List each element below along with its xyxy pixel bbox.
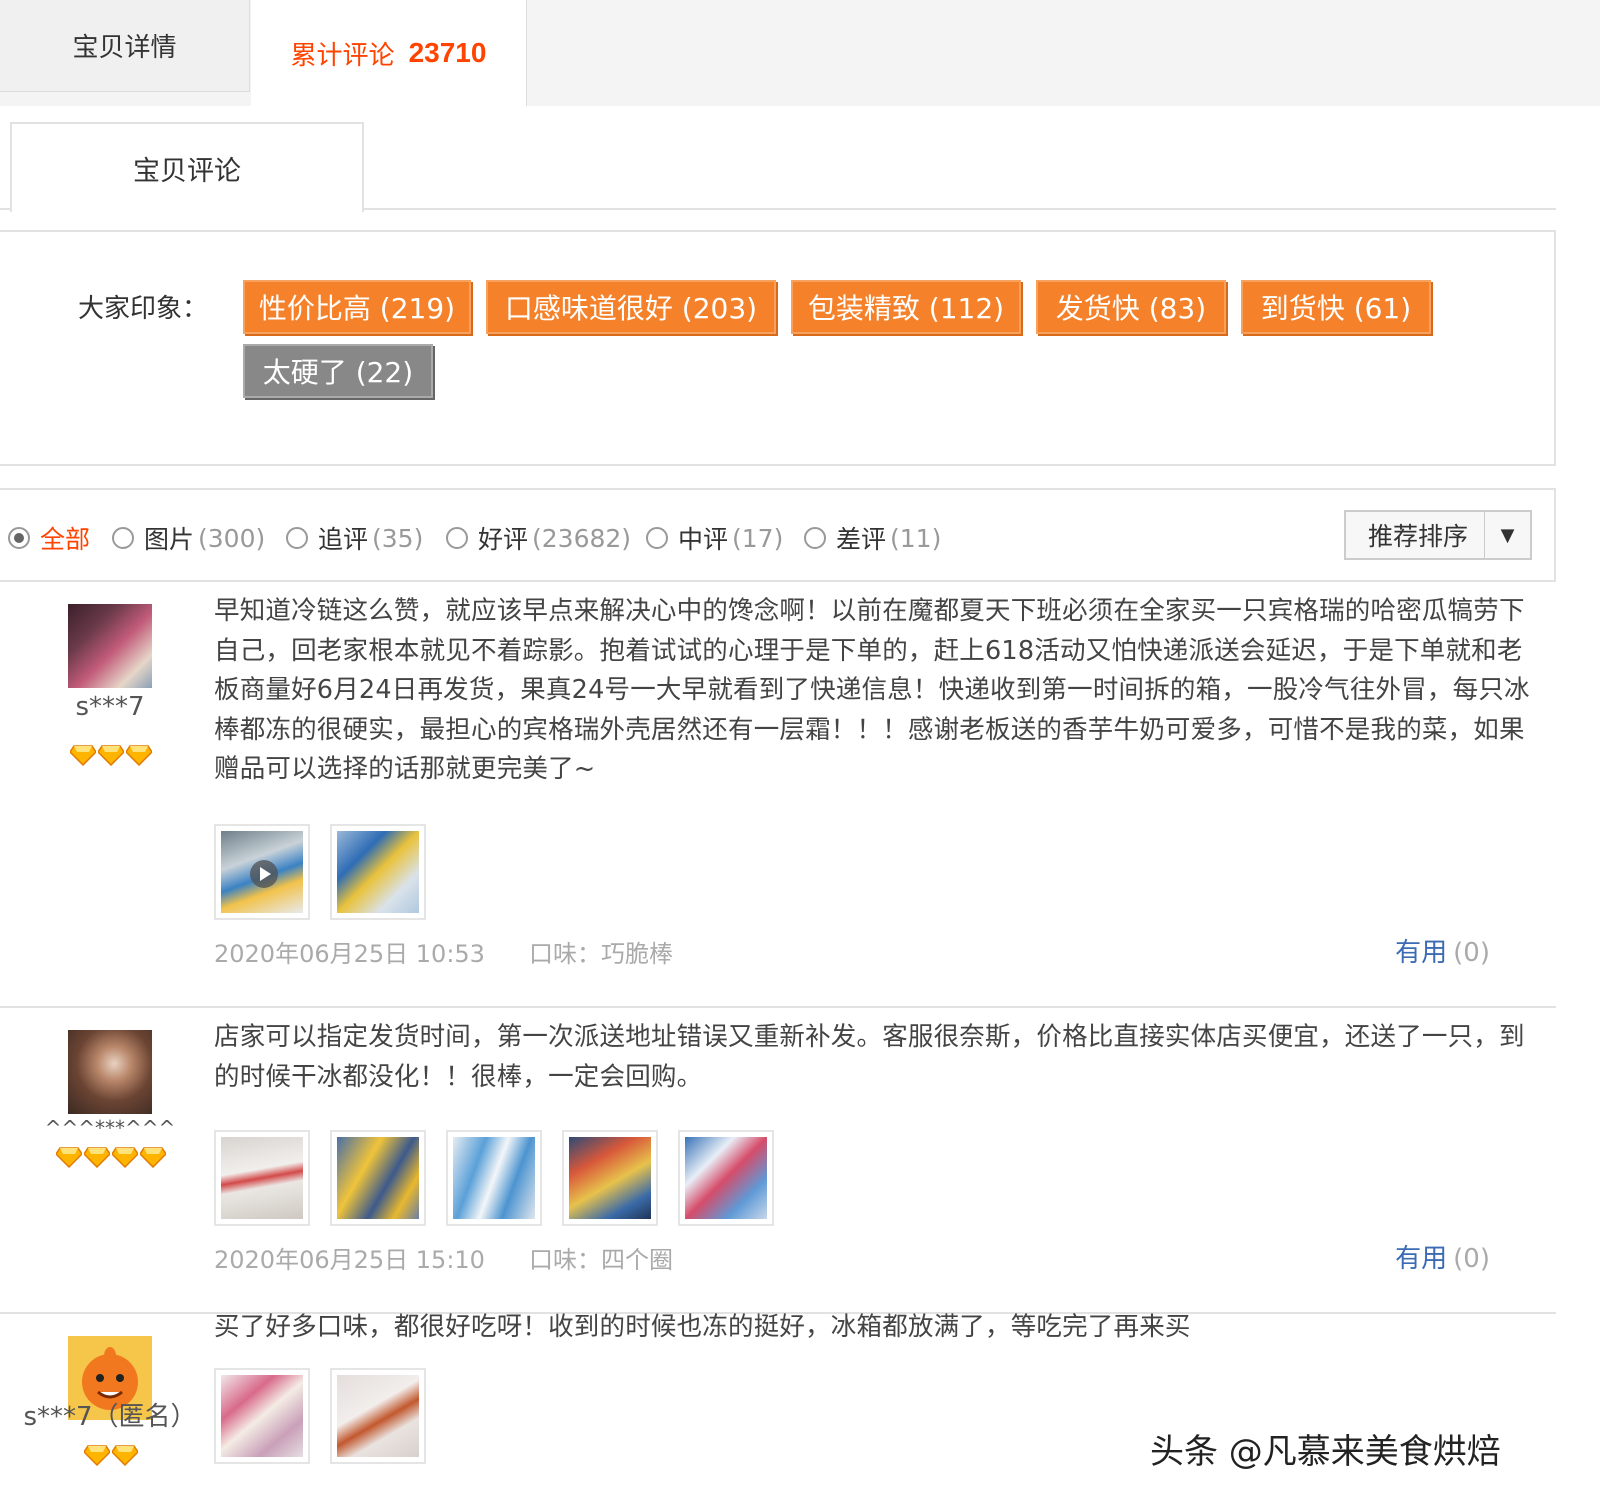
diamond-icon: [112, 1147, 138, 1168]
user-name: s***7（匿名）: [23, 1402, 197, 1432]
filter-label: 全部: [40, 525, 91, 554]
review-photo-thumbnail[interactable]: [330, 1368, 426, 1464]
user-level-gems: [70, 744, 152, 766]
filter-count: (11): [890, 523, 942, 553]
filter-followup[interactable]: 追评 (35): [286, 520, 423, 556]
tab-item-details[interactable]: 宝贝详情: [0, 0, 250, 92]
user-name: s***7: [75, 692, 145, 722]
diamond-icon: [84, 1147, 110, 1168]
diamond-icon: [98, 745, 124, 766]
sort-dropdown-label: 推荐排序: [1368, 522, 1469, 551]
filter-label: 追评: [318, 525, 369, 554]
review-flavor: 口味：巧脆棒: [528, 940, 673, 968]
filter-positive[interactable]: 好评 (23682): [446, 520, 631, 556]
filter-negative[interactable]: 差评 (11): [804, 520, 941, 556]
review-text: 买了好多口味，都很好吃呀！收到的时候也冻的挺好，冰箱都放满了，等吃完了再来买: [214, 1312, 1191, 1342]
user-avatar[interactable]: [68, 604, 152, 688]
user-level-gems: [56, 1146, 166, 1168]
diamond-icon: [84, 1445, 110, 1466]
impression-tag-text: 发货快 (83): [1055, 292, 1207, 325]
radio-icon[interactable]: [446, 527, 468, 549]
review-photos: [214, 1130, 774, 1226]
review-item: s***7 早知道冷链这么赞，就应该早点来解决心中的馋念啊！以前在魔都夏天下班必…: [0, 582, 1556, 1008]
tab-item-reviews-label: 宝贝评论: [133, 155, 241, 187]
diamond-icon: [140, 1147, 166, 1168]
review-filter-bar: 全部 图片 (300) 追评 (35) 好评 (23682) 中评 (17) 差…: [0, 488, 1556, 582]
useful-button[interactable]: 有用 (0): [1395, 932, 1490, 969]
reviews-count: 23710: [408, 37, 487, 68]
impression-tag[interactable]: 口感味道很好 (203): [486, 280, 776, 334]
review-date: 2020年06月25日 10:53: [214, 940, 485, 968]
review-meta: 2020年06月25日 15:10 口味：四个圈: [214, 1240, 673, 1275]
diamond-icon: [56, 1147, 82, 1168]
diamond-icon: [70, 745, 96, 766]
useful-label: 有用: [1395, 1244, 1448, 1274]
impression-tag-text: 包装精致 (112): [807, 292, 1005, 325]
review-date: 2020年06月25日 15:10: [214, 1246, 485, 1274]
impression-tag-negative[interactable]: 太硬了 (22): [243, 344, 433, 398]
filter-count: (23682): [532, 523, 632, 553]
review-photos: [214, 1368, 426, 1464]
impression-tag[interactable]: 包装精致 (112): [791, 280, 1021, 334]
impressions-panel: 大家印象： 性价比高 (219) 口感味道很好 (203) 包装精致 (112)…: [0, 230, 1556, 466]
filter-label: 图片: [144, 525, 195, 554]
useful-count: (0): [1453, 938, 1490, 968]
impression-tag[interactable]: 性价比高 (219): [243, 280, 471, 334]
review-video-thumbnail[interactable]: [214, 824, 310, 920]
filter-label: 中评: [678, 525, 729, 554]
impression-tag-text: 到货快 (61): [1260, 292, 1412, 325]
review-photo-thumbnail[interactable]: [678, 1130, 774, 1226]
impression-tag[interactable]: 发货快 (83): [1036, 280, 1226, 334]
play-icon[interactable]: [250, 860, 278, 888]
review-photo-thumbnail[interactable]: [214, 1368, 310, 1464]
review-text: 店家可以指定发货时间，第一次派送地址错误又重新补发。客服很奈斯，价格比直接实体店…: [214, 1022, 1525, 1092]
impressions-label: 大家印象：: [78, 294, 209, 324]
filter-all[interactable]: 全部: [8, 520, 90, 556]
filter-label: 好评: [478, 525, 529, 554]
sort-dropdown[interactable]: 推荐排序 ▼: [1344, 510, 1532, 560]
useful-count: (0): [1453, 1244, 1490, 1274]
tab-item-details-label: 宝贝详情: [72, 33, 177, 63]
radio-icon[interactable]: [286, 527, 308, 549]
filter-label: 差评: [836, 525, 887, 554]
review-photo-thumbnail[interactable]: [330, 824, 426, 920]
tab-cumulative-reviews-label: 累计评论: [290, 40, 395, 71]
caret-down-icon[interactable]: ▼: [1484, 512, 1530, 558]
review-item: ^^^***^^^ 店家可以指定发货时间，第一次派送地址错误又重新补发。客服很奈…: [0, 1008, 1556, 1314]
useful-label: 有用: [1395, 938, 1448, 968]
diamond-icon: [126, 745, 152, 766]
review-flavor: 口味：四个圈: [528, 1246, 673, 1274]
filter-count: (17): [732, 523, 784, 553]
radio-icon[interactable]: [112, 527, 134, 549]
radio-icon[interactable]: [646, 527, 668, 549]
review-item: s***7（匿名） 买了好多口味，都很好吃呀！收到的时候也冻的挺好，冰箱都放满了…: [0, 1312, 1556, 1502]
radio-icon[interactable]: [8, 527, 30, 549]
tab-item-reviews[interactable]: 宝贝评论: [10, 122, 364, 212]
tab-cumulative-reviews[interactable]: 累计评论 23710: [251, 0, 527, 106]
filter-count: (35): [372, 523, 424, 553]
review-photo-thumbnail[interactable]: [562, 1130, 658, 1226]
review-photo-thumbnail[interactable]: [214, 1130, 310, 1226]
impression-tag[interactable]: 到货快 (61): [1241, 280, 1431, 334]
diamond-icon: [112, 1445, 138, 1466]
impression-tag-text: 口感味道很好 (203): [504, 292, 758, 325]
user-name: ^^^***^^^: [44, 1116, 176, 1140]
radio-icon[interactable]: [804, 527, 826, 549]
review-text: 早知道冷链这么赞，就应该早点来解决心中的馋念啊！以前在魔都夏天下班必须在全家买一…: [214, 596, 1530, 784]
top-tab-bar: 宝贝详情 累计评论 23710: [0, 0, 1600, 106]
user-level-gems: [84, 1444, 138, 1466]
filter-count: (300): [198, 523, 266, 553]
review-photo-thumbnail[interactable]: [330, 1130, 426, 1226]
review-photo-thumbnail[interactable]: [446, 1130, 542, 1226]
watermark-text: 头条 @凡慕来美食烘焙: [1150, 1432, 1501, 1472]
impression-tag-text: 太硬了 (22): [262, 356, 414, 389]
filter-neutral[interactable]: 中评 (17): [646, 520, 783, 556]
review-photos: [214, 824, 426, 920]
review-meta: 2020年06月25日 10:53 口味：巧脆棒: [214, 934, 673, 969]
filter-pictures[interactable]: 图片 (300): [112, 520, 265, 556]
impression-tag-text: 性价比高 (219): [258, 292, 456, 325]
useful-button[interactable]: 有用 (0): [1395, 1238, 1490, 1275]
sub-tab-bar: 宝贝评论: [0, 122, 1556, 212]
user-avatar[interactable]: [68, 1030, 152, 1114]
